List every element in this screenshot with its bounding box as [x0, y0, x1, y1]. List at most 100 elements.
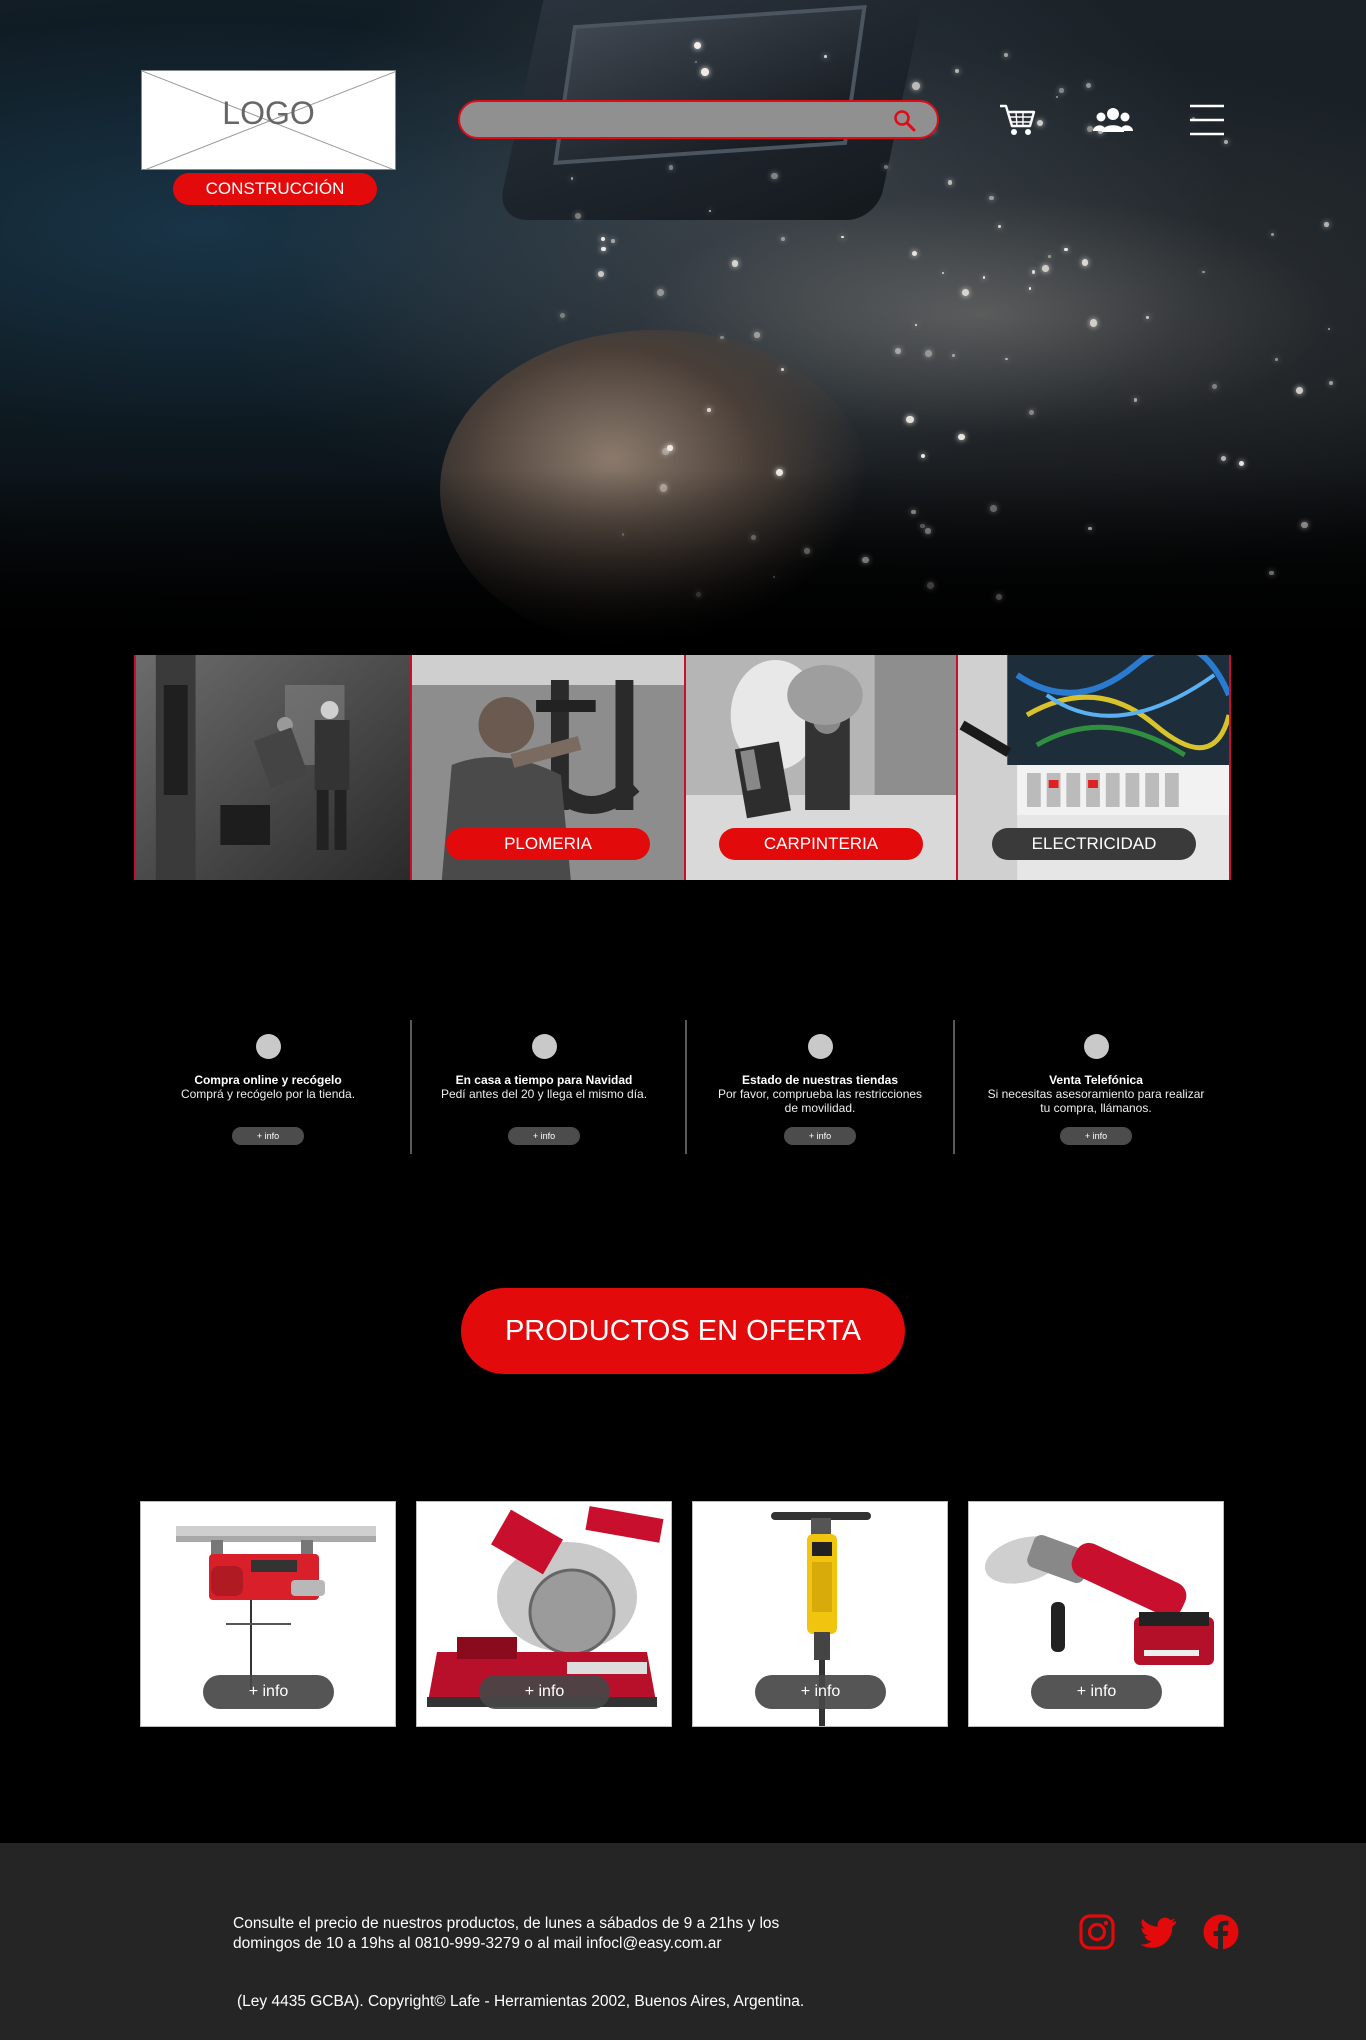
spark: [1329, 381, 1334, 386]
info-estado-tiendas: Estado de nuestras tiendas Por favor, co…: [710, 1020, 930, 1155]
spark: [707, 408, 711, 412]
hero-fade: [0, 470, 1366, 655]
category-pill-electricidad[interactable]: ELECTRICIDAD: [992, 828, 1196, 860]
spark: [1220, 456, 1227, 462]
product-info-button[interactable]: + info: [1031, 1675, 1162, 1709]
spark: [1327, 328, 1330, 331]
footer: Consulte el precio de nuestros productos…: [0, 1843, 1366, 2040]
product-card-angle-grinder[interactable]: + info: [968, 1501, 1224, 1727]
info-venta-telefonica: Venta Telefónica Si necesitas asesoramie…: [986, 1020, 1206, 1155]
spark: [1270, 232, 1275, 237]
info-more-button[interactable]: + info: [1060, 1127, 1132, 1145]
spark: [1145, 315, 1150, 319]
twitter-icon[interactable]: [1140, 1913, 1178, 1951]
spark: [924, 349, 933, 358]
logo-placeholder[interactable]: LOGO: [141, 70, 396, 170]
product-info-button[interactable]: + info: [479, 1675, 610, 1709]
spark: [911, 251, 917, 257]
cart-icon[interactable]: [998, 102, 1038, 138]
logo-text: LOGO: [222, 95, 315, 131]
spark: [1275, 358, 1278, 361]
spark: [1064, 247, 1069, 252]
spark: [997, 225, 1001, 228]
spark: [600, 237, 605, 242]
spark: [1089, 319, 1098, 327]
product-card-demolition-hammer[interactable]: + info: [692, 1501, 948, 1727]
info-desc: Pedí antes del 20 y llega el mismo día.: [440, 1087, 648, 1101]
spark: [1031, 270, 1036, 274]
spark: [841, 236, 844, 239]
footer-copyright: (Ley 4435 GCBA). Copyright© Lafe - Herra…: [237, 1993, 805, 2010]
spark: [1085, 82, 1091, 88]
product-card-miter-saw[interactable]: + info: [416, 1501, 672, 1727]
divider: [410, 1020, 412, 1154]
facebook-icon[interactable]: [1202, 1913, 1240, 1951]
footer-contact: Consulte el precio de nuestros productos…: [233, 1914, 833, 1954]
info-title: Venta Telefónica: [1049, 1073, 1143, 1087]
spark: [560, 312, 565, 318]
info-more-button[interactable]: + info: [232, 1127, 304, 1145]
spark: [700, 68, 709, 76]
info-title: Estado de nuestras tiendas: [741, 1073, 899, 1087]
spark: [656, 288, 665, 297]
spark: [1003, 53, 1008, 58]
footer-contact-line1: Consulte el precio de nuestros productos…: [233, 1915, 780, 1932]
category-pill-carpinteria[interactable]: CARPINTERIA: [719, 828, 923, 860]
spark: [912, 82, 921, 91]
spark: [732, 260, 739, 267]
spark: [989, 196, 994, 201]
search-input[interactable]: [476, 108, 876, 132]
menu-icon[interactable]: [1187, 102, 1227, 138]
instagram-icon[interactable]: [1078, 1913, 1116, 1951]
info-more-button[interactable]: + info: [784, 1127, 856, 1145]
category-pill-plomeria[interactable]: PLOMERIA: [446, 828, 650, 860]
spark: [1042, 264, 1049, 272]
welding-mask-glass: [553, 5, 867, 165]
category-pill-construccion[interactable]: CONSTRUCCIÓN: [173, 173, 377, 205]
info-more-button[interactable]: + info: [508, 1127, 580, 1145]
spark: [942, 272, 945, 275]
spark: [1133, 397, 1138, 402]
spark: [611, 239, 615, 243]
info-title: En casa a tiempo para Navidad: [455, 1073, 633, 1087]
info-dot-icon: [1083, 1034, 1109, 1059]
footer-contact-line2: domingos de 10 a 19hs al 0810-999-3279 o…: [233, 1935, 722, 1952]
spark: [771, 172, 778, 179]
spark: [895, 348, 902, 355]
users-icon[interactable]: [1093, 102, 1133, 138]
spark: [1081, 259, 1089, 266]
spark: [1296, 386, 1303, 394]
info-dot-icon: [807, 1034, 833, 1059]
spark: [947, 180, 953, 185]
spark: [955, 69, 959, 73]
info-navidad: En casa a tiempo para Navidad Pedí antes…: [434, 1020, 654, 1155]
spark: [601, 246, 607, 252]
spark: [1324, 221, 1329, 227]
spark: [1238, 460, 1245, 466]
spark: [1211, 383, 1217, 390]
offers-button[interactable]: PRODUCTOS EN OFERTA: [461, 1288, 905, 1374]
spark: [1055, 95, 1059, 99]
spark: [961, 288, 970, 296]
spark: [952, 354, 956, 357]
spark: [1202, 270, 1205, 274]
spark: [1059, 88, 1064, 93]
spark: [667, 445, 673, 451]
product-card-hoist[interactable]: + info: [140, 1501, 396, 1727]
divider: [685, 1020, 687, 1154]
product-info-button[interactable]: + info: [203, 1675, 334, 1709]
search-icon[interactable]: [893, 109, 917, 133]
spark: [905, 415, 914, 424]
product-info-button[interactable]: + info: [755, 1675, 886, 1709]
spark: [883, 165, 889, 170]
category-construccion[interactable]: [134, 655, 410, 880]
info-title: Compra online y recógelo: [194, 1073, 342, 1087]
spark: [754, 332, 760, 338]
search-bar: [458, 100, 939, 139]
info-desc: Comprá y recógelo por la tienda.: [180, 1087, 356, 1101]
spark: [781, 367, 784, 371]
spark: [1224, 139, 1229, 144]
spark: [1028, 287, 1032, 290]
spark: [824, 55, 827, 58]
spark: [1029, 410, 1035, 416]
